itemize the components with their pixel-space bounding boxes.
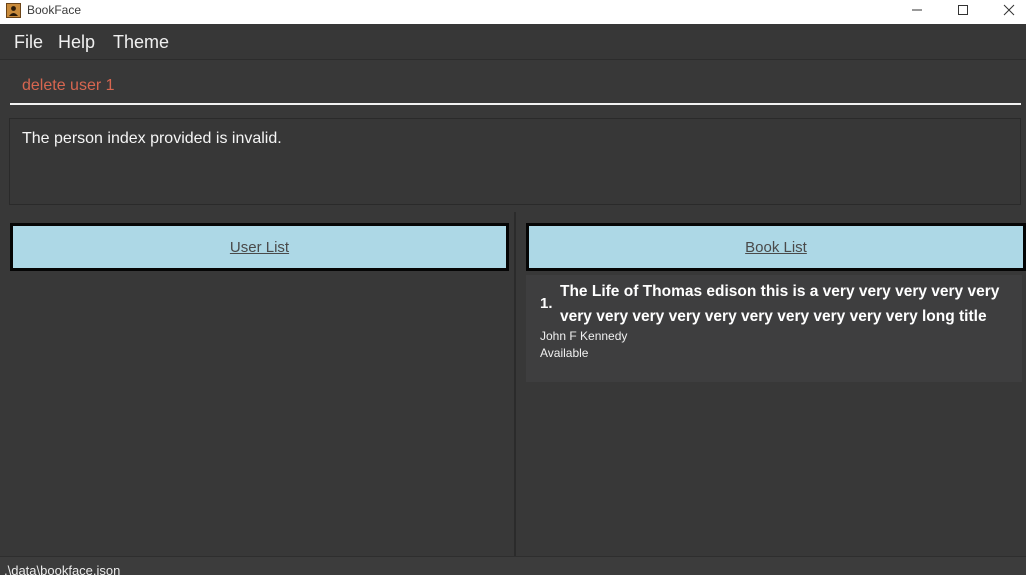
menu-help[interactable]: Help [58,32,95,52]
menu-theme[interactable]: Theme [113,32,169,52]
maximize-button[interactable] [940,0,986,24]
book-title: The Life of Thomas edison this is a very… [560,283,1000,325]
storage-path: .\data\bookface.json [4,563,121,575]
user-list-header[interactable]: User List [10,223,509,271]
book-author: John F Kennedy [540,329,628,343]
minimize-button[interactable] [894,0,940,24]
title-bar: BookFace [0,0,1026,24]
menu-bar: File Help Theme [0,24,1026,60]
window-title: BookFace [27,3,82,17]
user-list-panel: User List [0,212,514,556]
book-list-header-label: Book List [745,239,807,256]
status-bar: .\data\bookface.json [0,556,1026,575]
book-list-header[interactable]: Book List [526,223,1026,271]
book-status: Available [540,346,589,360]
user-list-header-label: User List [229,239,290,256]
result-message: The person index provided is invalid. [22,130,282,147]
command-input[interactable] [10,67,1021,105]
maximize-icon [958,5,968,15]
book-list-panel: Book List 1. The Life of Thomas edison t… [516,212,1026,556]
command-box [0,61,1026,111]
close-button[interactable] [986,0,1026,24]
result-display[interactable]: The person index provided is invalid. [9,118,1021,205]
book-card[interactable]: 1. The Life of Thomas edison this is a v… [526,275,1022,382]
close-icon [1003,4,1015,16]
book-index: 1. [540,295,553,312]
menu-file[interactable]: File [14,32,43,52]
bookface-app-icon [6,3,21,18]
minimize-icon [912,9,922,11]
